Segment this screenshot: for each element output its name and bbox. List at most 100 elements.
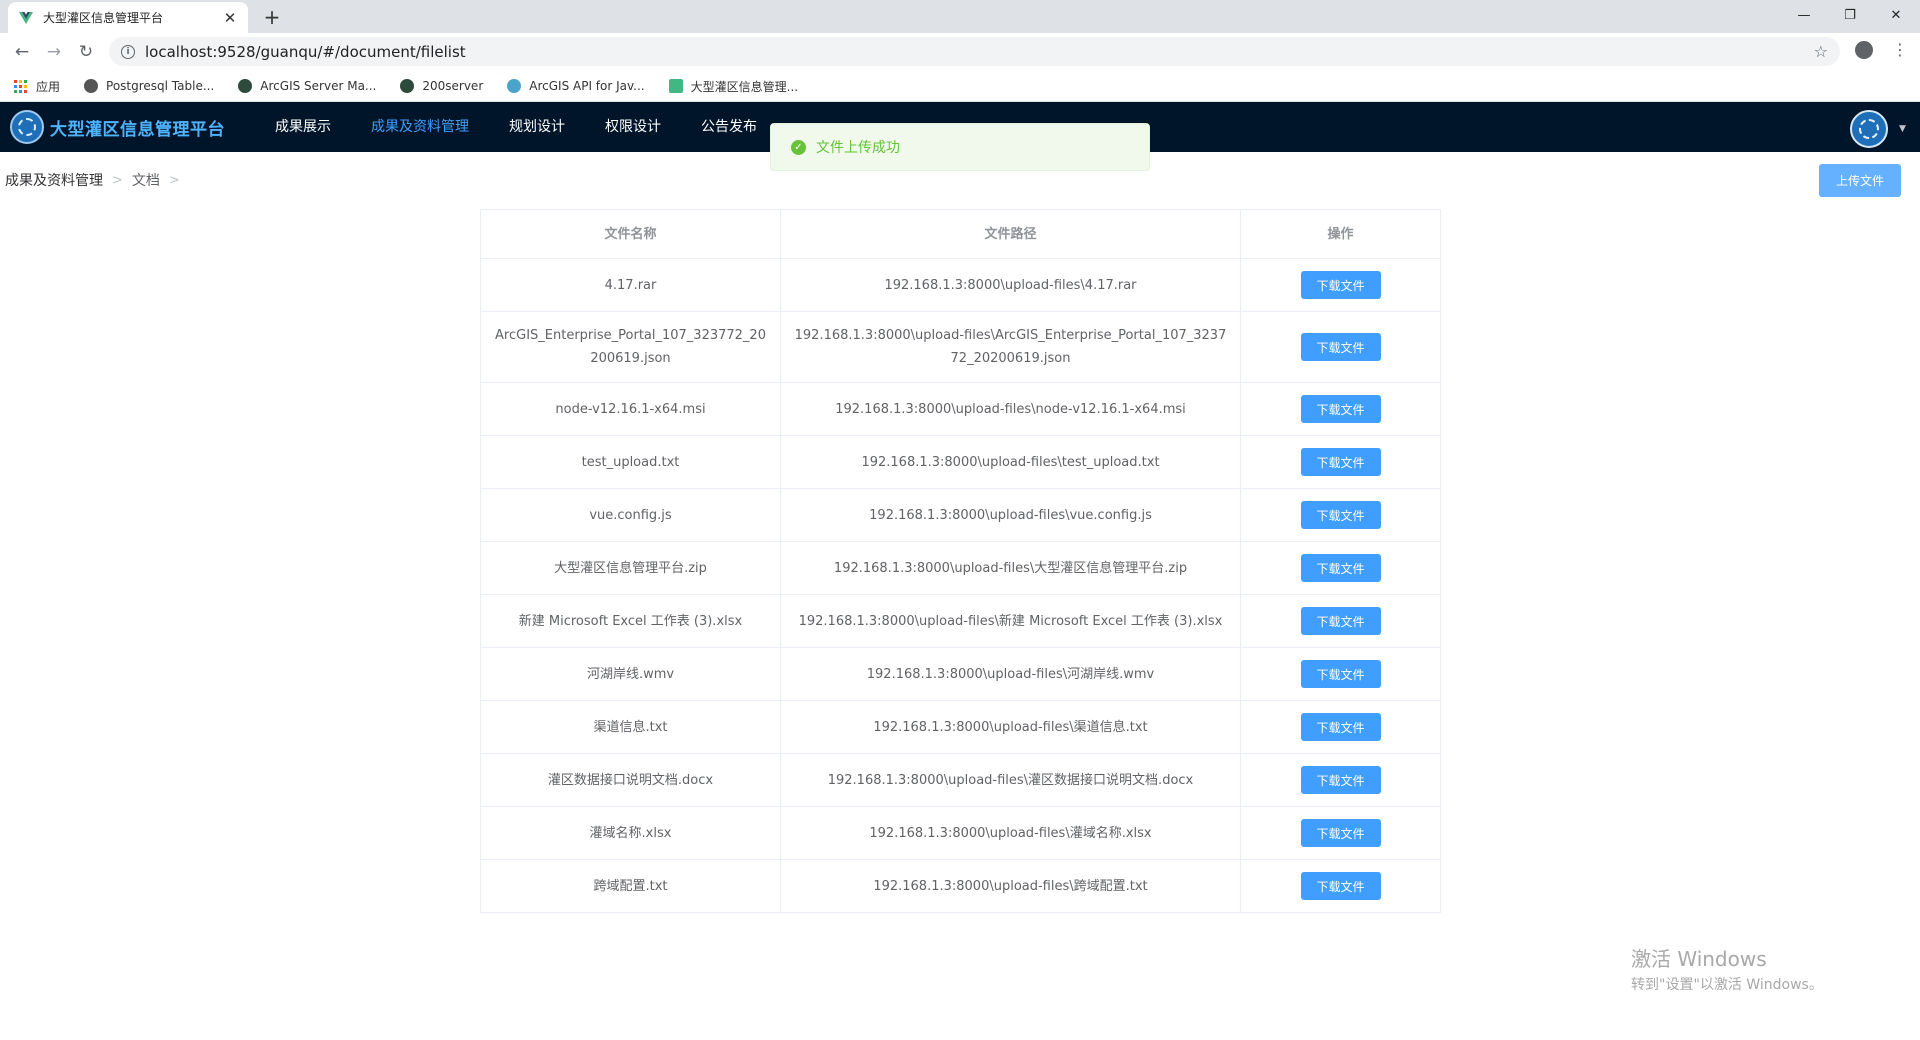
download-file-button[interactable]: 下载文件 [1300, 395, 1381, 423]
table-header-row: 文件名称 文件路径 操作 [480, 209, 1441, 259]
bookmark-200server[interactable]: 200server [400, 79, 483, 93]
back-arrow-icon[interactable]: ← [10, 40, 34, 64]
watermark-title: 激活 Windows [1631, 947, 1767, 971]
nav-item-results[interactable]: 成果展示 [255, 102, 351, 152]
bookmark-star-icon[interactable]: ☆ [1814, 42, 1828, 61]
column-header-path: 文件路径 [780, 209, 1241, 259]
action-cell: 下载文件 [1240, 258, 1441, 312]
user-avatar[interactable] [1850, 110, 1888, 148]
minimize-icon[interactable]: — [1782, 0, 1826, 30]
nav-item-announcements[interactable]: 公告发布 [681, 102, 777, 152]
close-tab-icon[interactable]: ✕ [222, 10, 238, 26]
file-name-cell: 渠道信息.txt [480, 700, 781, 754]
table-row: vue.config.js 192.168.1.3:8000\upload-fi… [480, 488, 1441, 542]
address-bar[interactable]: i localhost:9528/guanqu/#/document/filel… [109, 37, 1840, 66]
file-name-cell: ArcGIS_Enterprise_Portal_107_323772_2020… [480, 311, 781, 383]
action-cell: 下载文件 [1240, 435, 1441, 489]
globe-icon [84, 79, 99, 93]
file-path-cell: 192.168.1.3:8000\upload-files\灌域名称.xlsx [780, 806, 1241, 860]
bookmarks-bar: 应用 Postgresql Table... ArcGIS Server Ma.… [0, 71, 1920, 102]
vue-icon [18, 10, 34, 26]
action-cell: 下载文件 [1240, 541, 1441, 595]
action-cell: 下载文件 [1240, 859, 1441, 913]
file-name-cell: 河湖岸线.wmv [480, 647, 781, 701]
chevron-right-icon: > [168, 172, 180, 188]
download-file-button[interactable]: 下载文件 [1300, 660, 1381, 688]
table-row: 灌区数据接口说明文档.docx 192.168.1.3:8000\upload-… [480, 753, 1441, 807]
file-path-cell: 192.168.1.3:8000\upload-files\大型灌区信息管理平台… [780, 541, 1241, 595]
bookmark-label: 应用 [36, 79, 61, 94]
bookmark-label: ArcGIS API for Jav... [529, 79, 645, 93]
window-close-icon[interactable]: ✕ [1874, 0, 1918, 30]
success-toast: ✓ 文件上传成功 [770, 123, 1150, 171]
browser-tab[interactable]: 大型灌区信息管理平台 ✕ [8, 2, 248, 33]
breadcrumb-item: 文档 [131, 173, 160, 189]
nav-item-data-management[interactable]: 成果及资料管理 [351, 102, 489, 152]
download-file-button[interactable]: 下载文件 [1300, 333, 1381, 361]
new-tab-icon[interactable]: + [260, 5, 284, 29]
download-file-button[interactable]: 下载文件 [1300, 271, 1381, 299]
file-name-cell: 灌区数据接口说明文档.docx [480, 753, 781, 807]
upload-file-button[interactable]: 上传文件 [1819, 164, 1901, 197]
file-path-cell: 192.168.1.3:8000\upload-files\4.17.rar [780, 258, 1241, 312]
bookmark-guanqu[interactable]: 大型灌区信息管理... [668, 78, 799, 95]
restore-icon[interactable]: ❐ [1828, 0, 1872, 30]
bookmark-arcgis-server[interactable]: ArcGIS Server Ma... [238, 79, 376, 93]
more-vert-icon[interactable]: ⋮ [1892, 39, 1908, 61]
chevron-right-icon: > [112, 172, 123, 188]
info-icon[interactable]: i [121, 44, 135, 59]
download-file-button[interactable]: 下载文件 [1300, 554, 1381, 582]
check-circle-icon: ✓ [791, 139, 806, 155]
download-file-button[interactable]: 下载文件 [1300, 501, 1381, 529]
download-file-button[interactable]: 下载文件 [1300, 819, 1381, 847]
brand-title: 大型灌区信息管理平台 [50, 119, 225, 140]
file-name-cell: vue.config.js [480, 488, 781, 542]
nav-item-permissions[interactable]: 权限设计 [585, 102, 681, 152]
file-name-cell: 跨域配置.txt [480, 859, 781, 913]
bookmark-arcgis-api[interactable]: ArcGIS API for Jav... [507, 79, 645, 93]
file-name-cell: node-v12.16.1-x64.msi [480, 382, 781, 436]
app-logo[interactable]: 大型灌区信息管理平台 [10, 110, 225, 144]
globe-icon [238, 79, 253, 93]
file-table: 文件名称 文件路径 操作 4.17.rar 192.168.1.3:8000\u… [480, 209, 1441, 913]
action-cell: 下载文件 [1240, 488, 1441, 542]
table-row: 跨域配置.txt 192.168.1.3:8000\upload-files\跨… [480, 859, 1441, 913]
file-name-cell: test_upload.txt [480, 435, 781, 489]
download-file-button[interactable]: 下载文件 [1300, 448, 1381, 476]
file-path-cell: 192.168.1.3:8000\upload-files\ArcGIS_Ent… [780, 311, 1241, 383]
table-row: 灌域名称.xlsx 192.168.1.3:8000\upload-files\… [480, 806, 1441, 860]
breadcrumb-item[interactable]: 成果及资料管理 [5, 170, 103, 190]
reload-icon[interactable]: ↻ [74, 40, 98, 64]
windows-activation-watermark: 激活 Windows 转到"设置"以激活 Windows。 [1631, 943, 1823, 994]
bookmark-apps[interactable]: 应用 [14, 78, 60, 95]
file-path-cell: 192.168.1.3:8000\upload-files\灌区数据接口说明文档… [780, 753, 1241, 807]
tab-title: 大型灌区信息管理平台 [43, 11, 164, 25]
bookmark-label: 大型灌区信息管理... [690, 79, 799, 94]
breadcrumb: 成果及资料管理 > 文档 > [5, 170, 189, 190]
column-header-name: 文件名称 [480, 209, 781, 259]
download-file-button[interactable]: 下载文件 [1300, 872, 1381, 900]
file-path-cell: 192.168.1.3:8000\upload-files\渠道信息.txt [780, 700, 1241, 754]
nav-item-planning[interactable]: 规划设计 [489, 102, 585, 152]
profile-icon[interactable] [1855, 41, 1873, 59]
download-file-button[interactable]: 下载文件 [1300, 766, 1381, 794]
action-cell: 下载文件 [1240, 753, 1441, 807]
table-row: ArcGIS_Enterprise_Portal_107_323772_2020… [480, 311, 1441, 383]
bookmark-label: 200server [422, 79, 484, 93]
table-row: test_upload.txt 192.168.1.3:8000\upload-… [480, 435, 1441, 489]
watermark-subtitle: 转到"设置"以激活 Windows。 [1631, 977, 1823, 993]
apps-grid-icon [14, 79, 27, 93]
globe-icon [400, 79, 415, 93]
download-file-button[interactable]: 下载文件 [1300, 607, 1381, 635]
url-text[interactable]: localhost:9528/guanqu/#/document/filelis… [145, 43, 1814, 61]
bookmark-postgresql[interactable]: Postgresql Table... [84, 79, 214, 93]
action-cell: 下载文件 [1240, 700, 1441, 754]
column-header-action: 操作 [1240, 209, 1441, 259]
file-path-cell: 192.168.1.3:8000\upload-files\河湖岸线.wmv [780, 647, 1241, 701]
forward-arrow-icon[interactable]: → [42, 40, 66, 64]
action-cell: 下载文件 [1240, 311, 1441, 383]
download-file-button[interactable]: 下载文件 [1300, 713, 1381, 741]
table-row: 4.17.rar 192.168.1.3:8000\upload-files\4… [480, 258, 1441, 312]
table-row: 河湖岸线.wmv 192.168.1.3:8000\upload-files\河… [480, 647, 1441, 701]
caret-down-icon[interactable]: ▼ [1899, 124, 1906, 134]
